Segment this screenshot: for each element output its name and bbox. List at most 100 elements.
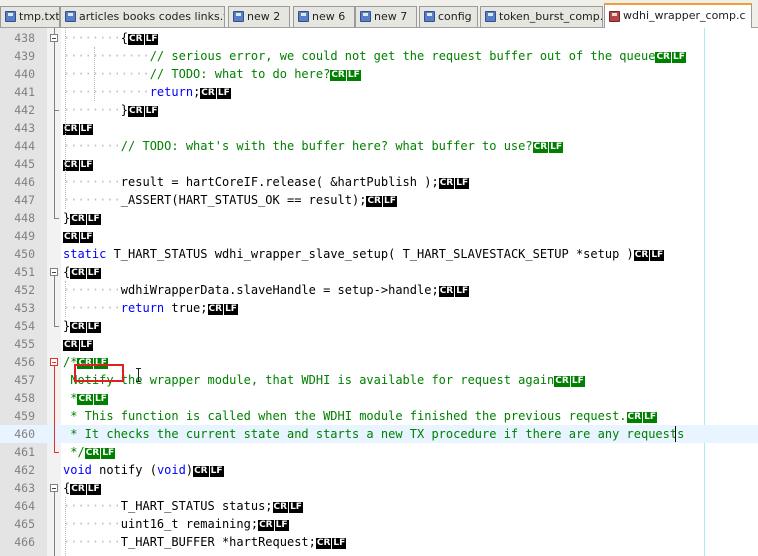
whitespace-dots: ········ (63, 139, 121, 153)
code-token: T_HART_STATUS wdhi_wrapper_slave_setup( … (106, 247, 634, 261)
code-line[interactable]: 455 CR LF (0, 335, 758, 353)
whitespace-dots: ········ (63, 193, 121, 207)
code-line[interactable]: 438 ········{CR LF (0, 29, 758, 47)
line-number: 459 (14, 409, 35, 423)
code-line[interactable]: 450 static T_HART_STATUS wdhi_wrapper_sla… (0, 245, 758, 263)
code-token: wdhiWrapperData.slaveHandle = setup->han… (120, 283, 439, 297)
tab-5[interactable]: config (419, 6, 478, 27)
eol-lf-marker: LF (209, 466, 224, 477)
eol-lf-marker: LF (86, 322, 101, 333)
code-line[interactable]: 458 *CR LF (0, 389, 758, 407)
code-token: ; (193, 85, 201, 99)
tab-4[interactable]: new 7 (355, 6, 417, 27)
fold-collapse-icon[interactable] (50, 358, 58, 366)
keyword-token: return (120, 301, 165, 315)
code-line[interactable]: 443 CR LF (0, 119, 758, 137)
eol-cr-marker: CR (655, 52, 671, 63)
tab-6[interactable]: token_burst_comp.c (480, 6, 603, 27)
line-number: 450 (14, 247, 35, 261)
tab-3[interactable]: new 6 (293, 6, 355, 27)
eol-lf-marker: LF (144, 34, 159, 45)
code-text: ············// TODO: what to do here?CR L… (63, 65, 362, 83)
tab-7[interactable]: wdhi_wrapper_comp.c (604, 3, 752, 28)
code-token: } (63, 319, 71, 333)
fold-end (54, 452, 59, 453)
line-number: 456 (14, 355, 35, 369)
code-line[interactable]: 453 ········return true;CR LF (0, 299, 758, 317)
eol-cr-marker: CR (128, 106, 144, 117)
line-number: 453 (14, 301, 35, 315)
code-line[interactable]: 440 ············// TODO: what to do here?… (0, 65, 758, 83)
eol-lf-marker: LF (346, 70, 361, 81)
tab-1[interactable]: articles books codes links.txt (60, 6, 225, 27)
code-token: true; (164, 301, 208, 315)
eol-lf-marker: LF (216, 88, 231, 99)
code-line[interactable]: 460 * It checks the current state and st… (0, 425, 758, 443)
code-line[interactable]: 466 ········T_HART_BUFFER *hartRequest;CR… (0, 533, 758, 551)
code-token: } (120, 103, 129, 117)
code-text: {CR LF (63, 479, 102, 497)
eol-cr-marker: CR (200, 88, 216, 99)
eol-lf-marker: LF (455, 178, 470, 189)
code-token: uint16_t remaining; (120, 517, 259, 531)
code-token: _ASSERT(HART_STATUS_OK == result); (120, 193, 367, 207)
code-line[interactable]: 459 * This function is called when the W… (0, 407, 758, 425)
code-token: { (63, 481, 71, 495)
line-number: 440 (14, 67, 35, 81)
eol-cr-marker: CR (532, 142, 549, 153)
code-text: *CR LF (63, 389, 109, 407)
fold-end (54, 110, 59, 111)
code-line[interactable]: 447 ········_ASSERT(HART_STATUS_OK == res… (0, 191, 758, 209)
eol-cr-marker: CR (366, 196, 382, 207)
line-number: 448 (14, 211, 35, 225)
eol-cr-marker: CR (70, 322, 86, 333)
code-text: CR LF (63, 155, 94, 173)
tab-0[interactable]: tmp.txt (0, 6, 60, 27)
fold-collapse-icon[interactable] (50, 34, 58, 42)
whitespace-dots: ········ (63, 283, 121, 297)
whitespace-dots: ········ (63, 301, 121, 315)
fold-collapse-icon[interactable] (50, 484, 58, 492)
saved-file-icon (485, 11, 496, 22)
fold-end (54, 326, 59, 327)
code-line[interactable]: 445 CR LF (0, 155, 758, 173)
code-line[interactable]: 441 ············return;CR LF (0, 83, 758, 101)
fold-line (54, 366, 55, 452)
eol-lf-marker: LF (94, 394, 108, 405)
line-number: 442 (14, 103, 35, 117)
eol-lf-marker: LF (79, 160, 94, 171)
code-line[interactable]: 454}CR LF (0, 317, 758, 335)
indent-guide (65, 497, 66, 556)
code-line[interactable]: 452 ········wdhiWrapperData.slaveHandle =… (0, 281, 758, 299)
code-line[interactable]: 448}CR LF (0, 209, 758, 227)
saved-file-icon (360, 11, 371, 22)
line-number: 457 (14, 373, 35, 387)
code-line[interactable]: 446 ········result = hartCoreIF.release( … (0, 173, 758, 191)
fold-line (54, 276, 55, 326)
code-text: ········T_HART_BUFFER *hartRequest;CR LF (63, 533, 347, 551)
line-number: 447 (14, 193, 35, 207)
code-line[interactable]: 465 ········uint16_t remaining;CR LF (0, 515, 758, 533)
code-line[interactable]: 439 ············// serious error, we coul… (0, 47, 758, 65)
code-line[interactable]: 464 ········T_HART_STATUS status;CR LF (0, 497, 758, 515)
code-text: void notify (void)CR LF (63, 461, 225, 479)
comment-token: // TODO: what to do here? (149, 67, 331, 81)
code-text: ············return;CR LF (63, 83, 232, 101)
line-number: 443 (14, 121, 35, 135)
code-line[interactable]: 444 ········// TODO: what's with the buff… (0, 137, 758, 155)
eol-cr-marker: CR (70, 214, 86, 225)
line-number: 452 (14, 283, 35, 297)
code-text: CR LF (63, 227, 94, 245)
code-line[interactable]: 461 */CR LF (0, 443, 758, 461)
fold-collapse-icon[interactable] (50, 268, 58, 276)
code-line[interactable]: 451 {CR LF (0, 263, 758, 281)
code-line[interactable]: 449 CR LF (0, 227, 758, 245)
tab-2[interactable]: new 2 (228, 6, 290, 27)
code-line[interactable]: 463 {CR LF (0, 479, 758, 497)
code-line[interactable]: 442 ········}CR LF (0, 101, 758, 119)
whitespace-dots: ········ (63, 517, 121, 531)
code-text: ············// serious error, we could n… (63, 47, 687, 65)
code-line[interactable]: 462 void notify (void)CR LF (0, 461, 758, 479)
code-editor[interactable]: 438 ········{CR LF 439 ············// seriou… (0, 28, 758, 556)
whitespace-dots: ········ (63, 31, 121, 45)
